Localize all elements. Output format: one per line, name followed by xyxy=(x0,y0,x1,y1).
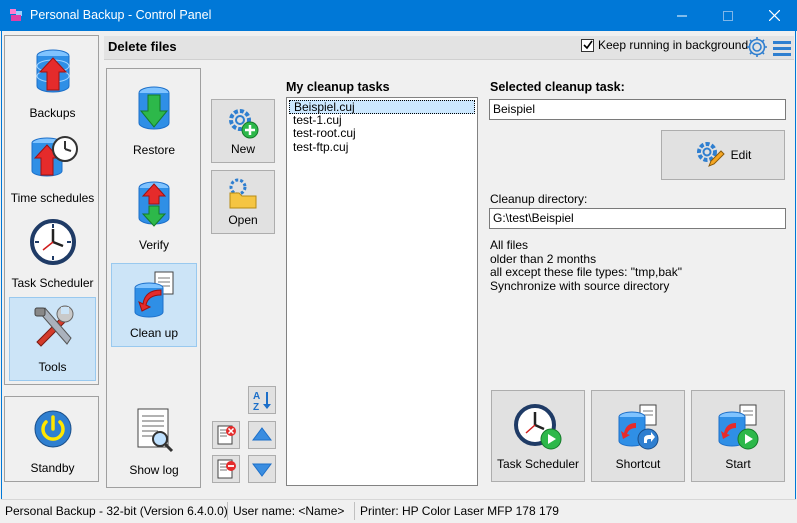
window-title: Personal Backup - Control Panel xyxy=(30,8,212,22)
status-separator xyxy=(227,502,228,520)
gear-icon[interactable] xyxy=(746,36,768,58)
description-line: all except these file types: "tmp,bak" xyxy=(490,265,682,279)
close-icon xyxy=(768,10,780,21)
log-icon xyxy=(137,408,174,453)
cleanup-play-icon xyxy=(718,404,759,450)
list-item[interactable]: Beispiel.cuj xyxy=(289,100,475,114)
subnav-item-label: Restore xyxy=(132,143,176,157)
cleanup-dir-field[interactable]: G:\test\Beispiel xyxy=(489,208,786,229)
check-icon xyxy=(582,40,593,50)
keep-running-checkbox[interactable]: Keep running in background xyxy=(581,38,748,52)
description-line: older than 2 months xyxy=(490,251,597,266)
subnav-item-restore[interactable]: Restore xyxy=(111,79,197,163)
status-version: Personal Backup - 32-bit (Version 6.4.0.… xyxy=(5,504,228,518)
standby-button[interactable]: Standby xyxy=(9,397,96,481)
cleanup-dir-label: Cleanup directory: xyxy=(490,192,588,206)
subnav-item-label: Show log xyxy=(129,463,179,477)
page-header: Delete files Keep running in background xyxy=(104,36,794,60)
status-bar: Personal Backup - 32-bit (Version 6.4.0.… xyxy=(1,499,796,522)
nav-item-tools[interactable]: Tools xyxy=(9,297,96,381)
sub-nav: Restore Verify Clean up Show log xyxy=(106,68,201,488)
subnav-item-clean-up[interactable]: Clean up xyxy=(111,263,197,347)
description-line: Synchronize with source directory xyxy=(490,278,670,293)
open-label: Open xyxy=(228,213,258,227)
nav-item-label: Backups xyxy=(29,106,76,120)
move-up-button[interactable] xyxy=(248,421,276,449)
tools-icon xyxy=(34,305,73,347)
document-remove-icon xyxy=(217,459,236,479)
task-name-field[interactable]: Beispiel xyxy=(489,99,786,120)
start-label: Start xyxy=(725,457,751,471)
status-separator xyxy=(354,502,355,520)
list-item[interactable]: test-1.cuj xyxy=(289,113,475,128)
clock-icon xyxy=(29,219,76,265)
power-icon xyxy=(34,410,71,448)
svg-text:Z: Z xyxy=(253,402,259,411)
title-bar: Personal Backup - Control Panel xyxy=(0,0,797,31)
move-down-button[interactable] xyxy=(248,455,276,483)
shortcut-label: Shortcut xyxy=(615,457,661,471)
folder-gear-icon xyxy=(229,178,257,209)
nav-item-label: Time schedules xyxy=(10,191,95,205)
description-line: All files xyxy=(490,238,529,252)
task-description: All files older than 2 months all except… xyxy=(490,238,682,293)
new-label: New xyxy=(230,142,255,156)
gear-plus-icon xyxy=(229,109,259,139)
page-title: Delete files xyxy=(108,39,177,54)
clock-play-icon xyxy=(514,404,562,450)
list-item[interactable]: test-root.cuj xyxy=(289,127,475,141)
minimize-icon xyxy=(677,15,687,16)
minimize-button[interactable] xyxy=(659,0,705,31)
nav-item-task-scheduler[interactable]: Task Scheduler xyxy=(9,212,96,296)
arrow-down-icon xyxy=(252,463,272,477)
nav-item-label: Tools xyxy=(38,360,67,374)
close-button[interactable] xyxy=(751,0,797,31)
task-scheduler-button[interactable]: Task Scheduler xyxy=(491,390,585,482)
checkbox-box[interactable] xyxy=(581,38,594,52)
status-printer: Printer: HP Color Laser MFP 178 179 xyxy=(360,504,559,518)
keep-running-label: Keep running in background xyxy=(598,38,749,52)
database-up-arrow-icon xyxy=(36,49,69,93)
database-verify-icon xyxy=(138,181,170,227)
document-delete-icon xyxy=(217,425,236,445)
delete-task-button[interactable] xyxy=(212,421,240,449)
shortcut-button[interactable]: Shortcut xyxy=(591,390,685,482)
app-icon xyxy=(10,9,22,21)
maximize-icon xyxy=(723,10,733,21)
sort-az-button[interactable]: A Z xyxy=(248,386,276,414)
hamburger-menu-icon[interactable] xyxy=(772,39,792,57)
clock-database-icon xyxy=(31,136,78,177)
subnav-item-verify[interactable]: Verify xyxy=(111,174,197,258)
standby-label: Standby xyxy=(30,461,75,475)
subnav-item-label: Verify xyxy=(138,238,169,252)
open-button[interactable]: Open xyxy=(211,170,275,234)
subnav-item-show-log[interactable]: Show log xyxy=(111,399,197,483)
subnav-item-label: Clean up xyxy=(129,326,179,340)
standby-panel: Standby xyxy=(4,396,99,482)
start-button[interactable]: Start xyxy=(691,390,785,482)
tasks-title: My cleanup tasks xyxy=(286,80,390,94)
selected-task-title: Selected cleanup task: xyxy=(490,80,625,94)
nav-item-backups[interactable]: Backups xyxy=(9,42,96,126)
arrow-up-icon xyxy=(252,427,272,441)
nav-item-time-schedules[interactable]: Time schedules xyxy=(9,127,96,211)
task-scheduler-label: Task Scheduler xyxy=(496,457,580,471)
nav-item-label: Task Scheduler xyxy=(11,276,94,290)
maximize-button[interactable] xyxy=(705,0,751,31)
cleanup-icon xyxy=(134,271,174,318)
cleanup-task-list[interactable]: Beispiel.cuj test-1.cuj test-root.cuj te… xyxy=(286,97,478,486)
gear-edit-icon xyxy=(696,142,725,167)
edit-button[interactable]: Edit xyxy=(661,130,785,180)
database-down-arrow-icon xyxy=(138,86,170,130)
svg-text:A: A xyxy=(253,391,260,402)
edit-label: Edit xyxy=(730,148,752,162)
remove-task-button[interactable] xyxy=(212,455,240,483)
status-user: User name: <Name> xyxy=(233,504,345,518)
sort-az-icon: A Z xyxy=(253,391,271,411)
new-button[interactable]: New xyxy=(211,99,275,163)
list-item[interactable]: test-ftp.cuj xyxy=(289,140,475,155)
shortcut-icon xyxy=(618,404,659,450)
main-nav: Backups Time schedules Task Scheduler To… xyxy=(4,35,99,385)
